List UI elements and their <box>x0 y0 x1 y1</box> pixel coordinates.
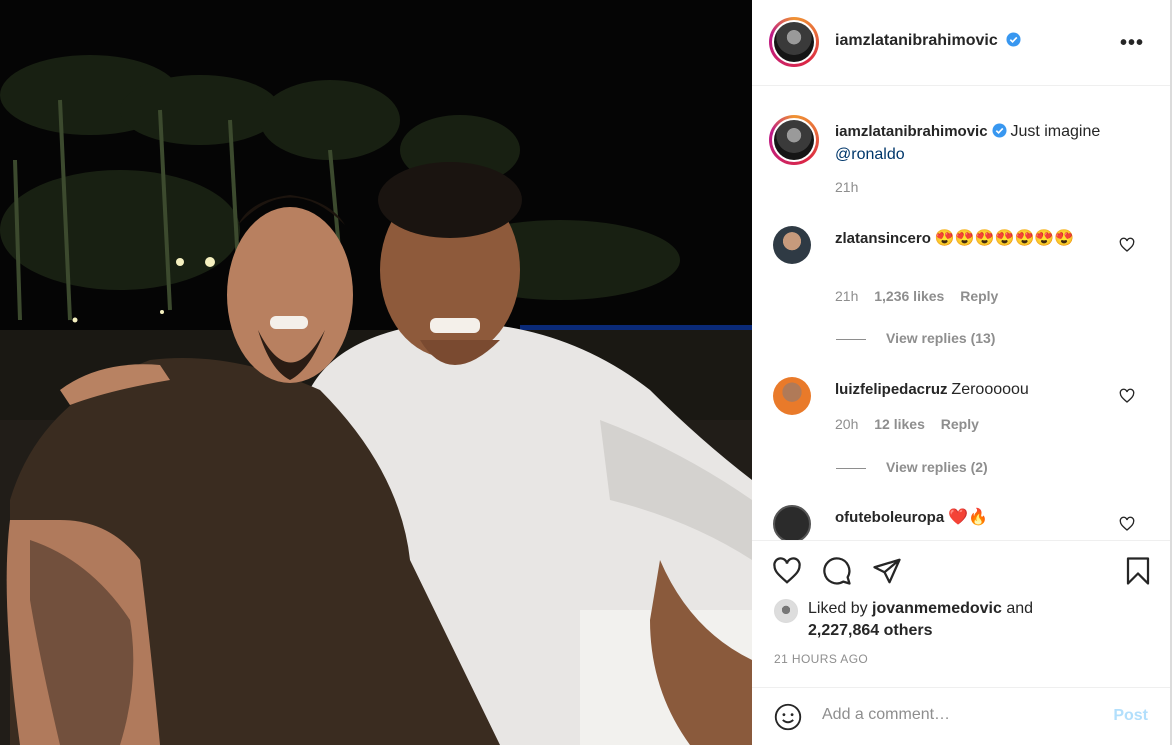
caption-username[interactable]: iamzlatanibrahimovic <box>835 123 988 140</box>
add-comment-input[interactable] <box>822 706 1102 724</box>
like-heart-icon[interactable] <box>772 556 802 586</box>
post-actions: Liked by jovanmemedovic and 2,227,864 ot… <box>752 540 1170 745</box>
emoji-picker-icon[interactable] <box>774 703 802 731</box>
comment-bubble-icon[interactable] <box>822 556 852 586</box>
post-timestamp: 21 HOURS AGO <box>774 652 869 666</box>
comment-text: Zerooooou <box>951 381 1029 398</box>
commenter-avatar[interactable] <box>773 505 811 540</box>
save-bookmark-icon[interactable] <box>1123 556 1153 586</box>
caption-age: 21h <box>835 179 859 195</box>
caption-mention-link[interactable]: @ronaldo <box>835 146 905 163</box>
caption-text: Just imagine <box>1010 123 1101 140</box>
comment-reply-button[interactable]: Reply <box>960 288 998 304</box>
photo-illustration <box>0 0 752 745</box>
comment-username[interactable]: ofuteboleuropa <box>835 509 944 526</box>
comment-text: 😍😍😍😍😍😍😍 <box>934 230 1075 247</box>
likes-summary: Liked by jovanmemedovic and 2,227,864 ot… <box>808 598 1033 642</box>
likes-prefix: Liked by <box>808 600 868 617</box>
comment-meta: 21h 1,236 likes Reply <box>835 288 998 304</box>
view-replies-label: View replies (2) <box>886 459 988 475</box>
comment-username[interactable]: luizfelipedacruz <box>835 381 948 398</box>
comment-meta: 20h 12 likes Reply <box>835 416 979 432</box>
more-options-icon[interactable]: ••• <box>1120 32 1144 55</box>
view-replies-button[interactable]: View replies (2) <box>836 459 988 475</box>
like-comment-heart-icon[interactable] <box>1119 237 1135 253</box>
liker-username[interactable]: jovanmemedovic <box>872 600 1002 617</box>
comment-item: ofuteboleuropa ❤️🔥 <box>752 504 1170 540</box>
view-replies-button[interactable]: View replies (13) <box>836 330 995 346</box>
post-comment-button[interactable]: Post <box>1113 707 1148 725</box>
post-header: iamzlatanibrahimovic ••• <box>752 0 1170 86</box>
share-paper-plane-icon[interactable] <box>872 556 902 586</box>
comment-age: 20h <box>835 416 859 432</box>
post-photo[interactable] <box>0 0 752 745</box>
comment-likes[interactable]: 12 likes <box>874 416 925 432</box>
likes-joiner: and <box>1006 600 1034 617</box>
comment-username[interactable]: zlatansincero <box>835 230 931 247</box>
commenter-avatar[interactable] <box>773 377 811 415</box>
comment-text: ❤️🔥 <box>948 509 988 526</box>
comment-reply-button[interactable]: Reply <box>941 416 979 432</box>
liker-avatar[interactable] <box>774 599 798 623</box>
verified-badge-icon <box>1006 32 1021 47</box>
caption-author-avatar[interactable] <box>769 115 819 165</box>
comment-age: 21h <box>835 288 859 304</box>
view-replies-label: View replies (13) <box>886 330 996 346</box>
likes-others-link[interactable]: 2,227,864 others <box>808 622 933 639</box>
author-avatar[interactable] <box>769 17 819 67</box>
post-side-panel: iamzlatanibrahimovic ••• iamzlatanibrahi… <box>752 0 1172 745</box>
comment-likes[interactable]: 1,236 likes <box>874 288 944 304</box>
author-username[interactable]: iamzlatanibrahimovic <box>835 32 998 49</box>
verified-badge-icon <box>992 123 1007 138</box>
like-comment-heart-icon[interactable] <box>1119 516 1135 532</box>
commenter-avatar[interactable] <box>773 226 811 264</box>
add-comment-bar: Post <box>752 687 1170 745</box>
like-comment-heart-icon[interactable] <box>1119 388 1135 404</box>
